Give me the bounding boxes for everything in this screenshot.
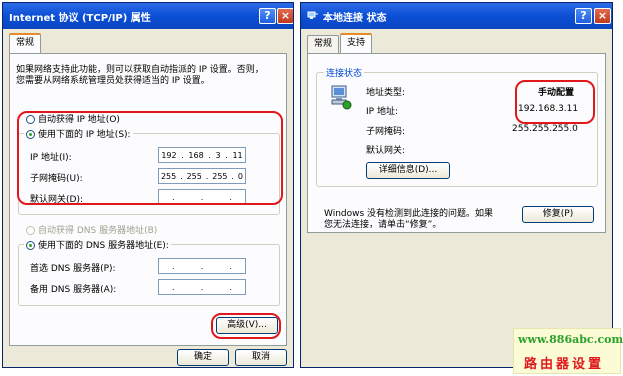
tab-general[interactable]: 常规 — [307, 35, 340, 53]
dialog-title: 本地连接 状态 — [323, 12, 387, 24]
tab-bar: 常规 支持 — [307, 33, 373, 53]
watermark-text: 路由器设置 — [524, 357, 605, 372]
help-button[interactable]: ? — [575, 8, 592, 24]
preferred-dns-label: 首选 DNS 服务器(P): — [30, 264, 116, 274]
manual-dns-group — [18, 244, 280, 306]
tab-general[interactable]: 常规 — [9, 33, 42, 53]
alternate-dns-label: 备用 DNS 服务器(A): — [30, 285, 117, 295]
repair-text-line-2: 您无法连接，请单击“修复”。 — [324, 220, 442, 230]
address-type-label: 地址类型: — [366, 88, 406, 98]
radio-manual-dns[interactable]: 使用下面的 DNS 服务器地址(E): — [24, 238, 171, 251]
close-button[interactable]: × — [594, 8, 611, 24]
dns-dot: . — [200, 282, 204, 292]
dns-dot: . — [200, 261, 204, 271]
dns-dot: . — [172, 261, 175, 271]
network-connection-icon — [307, 11, 319, 21]
subnet-mask-value: 255.255.255.0 — [512, 124, 578, 134]
cancel-button[interactable]: 取消 — [235, 349, 287, 366]
group-label: 连接状态 — [324, 66, 365, 79]
radio-manual-dns-label: 使用下面的 DNS 服务器地址(E): — [38, 241, 169, 251]
dialog-title: Internet 协议 (TCP/IP) 属性 — [9, 12, 151, 24]
radio-disabled-icon — [26, 226, 35, 235]
annotation-highlight — [515, 80, 595, 124]
subnet-mask-label: 子网掩码: — [366, 127, 406, 137]
site-watermark: www.886abc.com 路由器设置 — [513, 328, 623, 374]
dns-dot: . — [229, 261, 232, 271]
tab-support[interactable]: 支持 — [340, 33, 373, 53]
radio-selected-icon — [26, 241, 35, 250]
connection-status-dialog: 本地连接 状态 ? × 常规 支持 连接状态 地址类型: 手动配置 IP 地址:… — [300, 2, 613, 368]
alternate-dns-input[interactable]: . . . — [158, 279, 246, 295]
annotation-highlight — [211, 313, 281, 339]
radio-auto-dns[interactable]: 自动获得 DNS 服务器地址(B) — [26, 223, 157, 236]
title-bar: Internet 协议 (TCP/IP) 属性 ? × — [3, 3, 293, 29]
annotation-highlight — [17, 111, 283, 205]
dns-dot: . — [172, 282, 175, 292]
watermark-url: www.886abc.com — [518, 333, 623, 346]
network-computer-icon — [330, 84, 352, 113]
radio-auto-dns-label: 自动获得 DNS 服务器地址(B) — [38, 226, 158, 236]
help-button[interactable]: ? — [259, 8, 276, 24]
title-bar: 本地连接 状态 ? × — [301, 3, 612, 29]
repair-button[interactable]: 修复(P) — [522, 206, 594, 223]
ok-button[interactable]: 确定 — [177, 349, 229, 366]
tab-bar: 常规 — [9, 33, 42, 53]
details-button[interactable]: 详细信息(D)... — [366, 162, 450, 179]
dns-dot: . — [229, 282, 232, 292]
description-line-2: 您需要从网络系统管理员处获得适当的 IP 设置。 — [16, 76, 210, 86]
default-gateway-label: 默认网关: — [366, 146, 406, 156]
close-button[interactable]: × — [277, 8, 293, 24]
ip-address-label: IP 地址: — [366, 107, 398, 117]
tcpip-properties-dialog: Internet 协议 (TCP/IP) 属性 ? × 常规 如果网络支持此功能… — [2, 2, 294, 368]
preferred-dns-input[interactable]: . . . — [158, 258, 246, 274]
